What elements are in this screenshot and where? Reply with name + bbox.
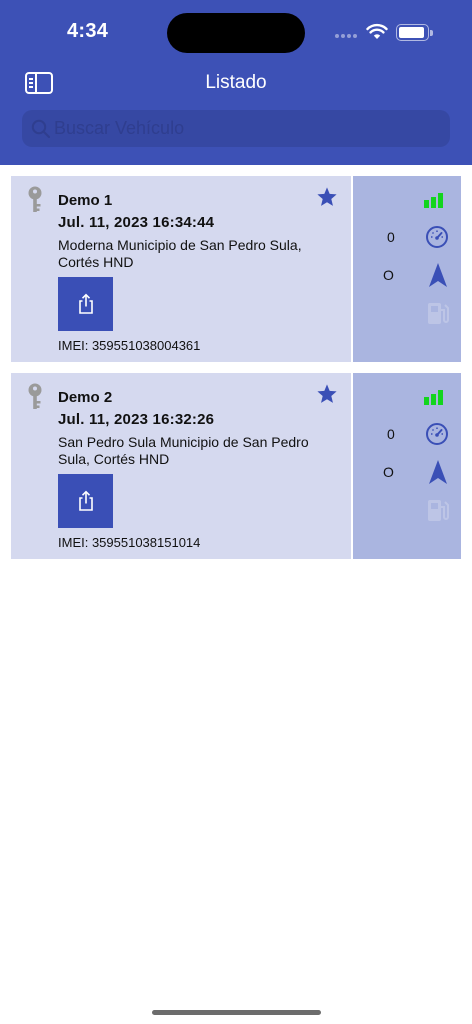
search-input[interactable] <box>54 110 434 147</box>
share-button[interactable] <box>58 277 113 331</box>
vehicle-address: San Pedro Sula Municipio de San Pedro Su… <box>58 434 309 467</box>
page-title: Listado <box>205 72 267 93</box>
signal-strength-icon <box>424 193 448 208</box>
speed-value: 0 <box>387 229 395 245</box>
battery-icon <box>396 24 433 41</box>
vehicle-card-main[interactable]: Demo 2 Jul. 11, 2023 16:32:26 San Pedro … <box>11 373 351 559</box>
vehicle-card[interactable]: Demo 1 Jul. 11, 2023 16:34:44 Moderna Mu… <box>11 176 461 362</box>
key-icon <box>28 186 42 212</box>
favorite-star-icon[interactable] <box>316 383 338 405</box>
key-icon <box>28 383 42 409</box>
vehicle-name: Demo 1 <box>58 192 113 209</box>
cellular-signal-icon <box>335 34 357 38</box>
heading-value: O <box>383 464 394 480</box>
vehicle-name: Demo 2 <box>58 389 113 406</box>
speed-value: 0 <box>387 426 395 442</box>
dynamic-island <box>167 13 305 53</box>
status-time: 4:34 <box>67 20 109 42</box>
vehicle-imei: IMEI: 359551038004361 <box>58 338 201 353</box>
share-icon <box>78 293 93 314</box>
speedometer-icon <box>426 423 448 445</box>
fuel-pump-icon <box>428 303 449 324</box>
app-header: 4:34 Listado <box>0 0 472 165</box>
vehicle-status-panel: 0 O <box>353 373 461 559</box>
wifi-icon <box>366 23 388 39</box>
share-button[interactable] <box>58 474 113 528</box>
fuel-pump-icon <box>428 500 449 521</box>
vehicle-card[interactable]: Demo 2 Jul. 11, 2023 16:32:26 San Pedro … <box>11 373 461 559</box>
home-indicator[interactable] <box>152 1010 321 1015</box>
search-bar[interactable] <box>22 110 450 147</box>
heading-arrow-icon <box>429 263 447 287</box>
vehicle-timestamp: Jul. 11, 2023 16:34:44 <box>58 214 215 231</box>
vehicle-timestamp: Jul. 11, 2023 16:32:26 <box>58 411 215 428</box>
signal-strength-icon <box>424 390 448 405</box>
vehicle-imei: IMEI: 359551038151014 <box>58 535 201 550</box>
search-icon <box>31 119 51 139</box>
vehicle-status-panel: 0 O <box>353 176 461 362</box>
heading-arrow-icon <box>429 460 447 484</box>
favorite-star-icon[interactable] <box>316 186 338 208</box>
vehicle-address: Moderna Municipio de San Pedro Sula, Cor… <box>58 237 302 270</box>
share-icon <box>78 490 93 511</box>
speedometer-icon <box>426 226 448 248</box>
heading-value: O <box>383 267 394 283</box>
vehicle-card-main[interactable]: Demo 1 Jul. 11, 2023 16:34:44 Moderna Mu… <box>11 176 351 362</box>
